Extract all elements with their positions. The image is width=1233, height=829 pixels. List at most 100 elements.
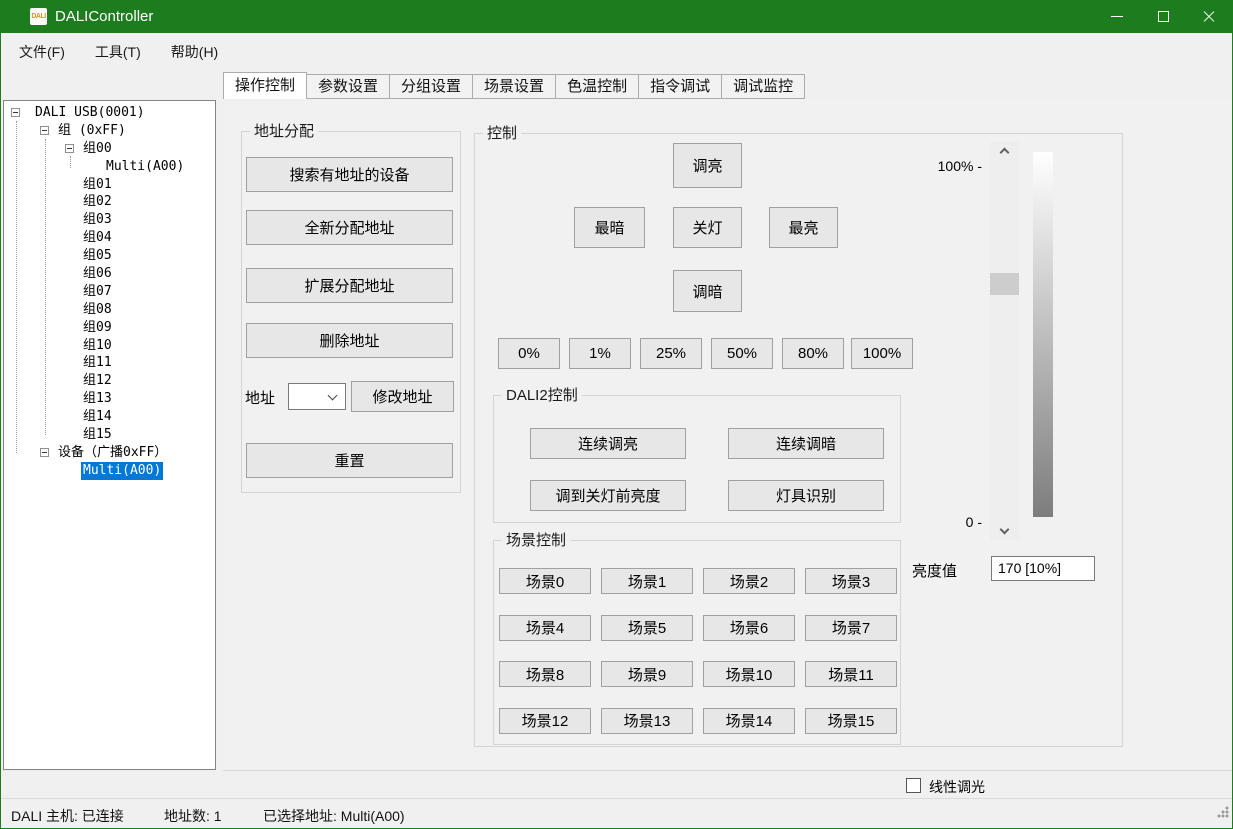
dim-down-button[interactable]: 调暗 [673, 270, 742, 312]
scene-1-button[interactable]: 场景1 [601, 568, 693, 594]
scene-5-button[interactable]: 场景5 [601, 615, 693, 641]
percent-25-button[interactable]: 25% [640, 338, 702, 369]
scene-7-button[interactable]: 场景7 [805, 615, 897, 641]
minimize-button[interactable] [1094, 0, 1140, 33]
tree-item-group15[interactable]: 组15 [81, 426, 114, 444]
scene-8-button[interactable]: 场景8 [499, 661, 591, 687]
assign-new-addresses-button[interactable]: 全新分配地址 [246, 210, 453, 245]
brightness-gradient-bar [1033, 152, 1053, 517]
address-combobox[interactable] [288, 383, 346, 410]
brightness-scrollbar[interactable] [990, 141, 1019, 540]
tree-row: 组14 [4, 408, 215, 426]
extend-assign-addresses-button[interactable]: 扩展分配地址 [246, 268, 453, 303]
percent-50-button[interactable]: 50% [711, 338, 773, 369]
light-off-button[interactable]: 关灯 [673, 207, 742, 248]
close-icon [1202, 10, 1216, 24]
tree-item-group13[interactable]: 组13 [81, 390, 114, 408]
tree-row: 组07 [4, 283, 215, 301]
brightness-max-label: 100% - [918, 158, 982, 174]
scene-0-button[interactable]: 场景0 [499, 568, 591, 594]
scene-10-button[interactable]: 场景10 [703, 661, 795, 687]
brightness-value-field[interactable]: 170 [10%] [991, 556, 1095, 581]
brightest-button[interactable]: 最亮 [769, 207, 838, 248]
tab-bar: 操作控制 参数设置 分组设置 场景设置 色温控制 指令调试 调试监控 [223, 72, 804, 99]
tab-command-debug[interactable]: 指令调试 [638, 74, 722, 99]
tree-item-group-root[interactable]: 组 (0xFF) [56, 122, 128, 140]
tab-operation-control[interactable]: 操作控制 [223, 72, 307, 99]
tree-row: 组04 [4, 229, 215, 247]
tree-item-group04[interactable]: 组04 [81, 229, 114, 247]
tree-row: 组12 [4, 372, 215, 390]
tree-item-group07[interactable]: 组07 [81, 283, 114, 301]
tab-scene-settings[interactable]: 场景设置 [472, 74, 556, 99]
linear-dimming-checkbox[interactable] [906, 778, 921, 793]
tree-item-multi-a00[interactable]: Multi(A00) [104, 158, 186, 176]
scene-4-button[interactable]: 场景4 [499, 615, 591, 641]
tree-item-group00[interactable]: 组00 [81, 140, 114, 158]
percent-0-button[interactable]: 0% [498, 338, 560, 369]
menu-tools[interactable]: 工具(T) [89, 39, 147, 65]
percent-1-button[interactable]: 1% [569, 338, 631, 369]
scene-2-button[interactable]: 场景2 [703, 568, 795, 594]
brightness-scrollbar-thumb[interactable] [990, 273, 1019, 295]
continuous-dim-down-button[interactable]: 连续调暗 [728, 428, 884, 459]
tree-row: 组01 [4, 176, 215, 194]
tree-item-group12[interactable]: 组12 [81, 372, 114, 390]
tree-item-group09[interactable]: 组09 [81, 319, 114, 337]
modify-address-button[interactable]: 修改地址 [351, 381, 454, 412]
tab-color-temp-control[interactable]: 色温控制 [555, 74, 639, 99]
recall-last-level-button[interactable]: 调到关灯前亮度 [530, 480, 686, 511]
tree-item-group05[interactable]: 组05 [81, 247, 114, 265]
continuous-dim-up-button[interactable]: 连续调亮 [530, 428, 686, 459]
scene-13-button[interactable]: 场景13 [601, 708, 693, 734]
scene-9-button[interactable]: 场景9 [601, 661, 693, 687]
resize-grip-icon[interactable] [1217, 806, 1229, 818]
luminaire-identify-button[interactable]: 灯具识别 [728, 480, 884, 511]
window-title: DALIController [55, 8, 153, 25]
percent-100-button[interactable]: 100% [851, 338, 913, 369]
tree-row: 组09 [4, 319, 215, 337]
scene-14-button[interactable]: 场景14 [703, 708, 795, 734]
tree-expander-icon[interactable] [40, 126, 49, 135]
tree-item-group08[interactable]: 组08 [81, 301, 114, 319]
close-button[interactable] [1186, 0, 1232, 33]
tree-row: 组10 [4, 337, 215, 355]
tree-expander-icon[interactable] [40, 448, 49, 457]
menu-help[interactable]: 帮助(H) [165, 39, 224, 65]
scroll-down-button[interactable] [990, 522, 1019, 540]
tree-item-group14[interactable]: 组14 [81, 408, 114, 426]
search-addressed-devices-button[interactable]: 搜索有地址的设备 [246, 157, 453, 192]
app-window: DALI DALIController 文件(F) 工具(T) 帮助(H) DA… [0, 0, 1233, 829]
reset-button[interactable]: 重置 [246, 443, 453, 478]
tree-item-group02[interactable]: 组02 [81, 193, 114, 211]
tree-item-group06[interactable]: 组06 [81, 265, 114, 283]
scroll-up-button[interactable] [990, 141, 1019, 159]
scene-6-button[interactable]: 场景6 [703, 615, 795, 641]
tree-item-group11[interactable]: 组11 [81, 354, 114, 372]
menu-file[interactable]: 文件(F) [13, 39, 71, 65]
tab-grouping-settings[interactable]: 分组设置 [389, 74, 473, 99]
scene-3-button[interactable]: 场景3 [805, 568, 897, 594]
percent-80-button[interactable]: 80% [782, 338, 844, 369]
tree-item-multi-a00-selected[interactable]: Multi(A00) [81, 462, 163, 480]
dim-up-button[interactable]: 调亮 [673, 143, 742, 188]
tree-expander-icon[interactable] [65, 144, 74, 153]
chevron-down-icon [1000, 524, 1010, 534]
delete-address-button[interactable]: 删除地址 [246, 323, 453, 358]
tree-row: DALI USB(0001) [4, 104, 215, 122]
tree-item-devices-broadcast[interactable]: 设备（广播0xFF） [56, 444, 169, 462]
darkest-button[interactable]: 最暗 [574, 207, 645, 248]
tree-item-group03[interactable]: 组03 [81, 211, 114, 229]
tab-debug-monitor[interactable]: 调试监控 [721, 74, 805, 99]
tree-item-dali-usb[interactable]: DALI USB(0001) [33, 104, 147, 122]
scene-15-button[interactable]: 场景15 [805, 708, 897, 734]
device-tree: DALI USB(0001) 组 (0xFF) 组00 Multi(A00) 组… [3, 100, 216, 770]
tab-parameter-settings[interactable]: 参数设置 [306, 74, 390, 99]
maximize-button[interactable] [1140, 0, 1186, 33]
tree-item-group01[interactable]: 组01 [81, 176, 114, 194]
app-icon: DALI [30, 8, 47, 25]
tree-item-group10[interactable]: 组10 [81, 337, 114, 355]
tree-expander-icon[interactable] [11, 108, 20, 117]
scene-12-button[interactable]: 场景12 [499, 708, 591, 734]
scene-11-button[interactable]: 场景11 [805, 661, 897, 687]
